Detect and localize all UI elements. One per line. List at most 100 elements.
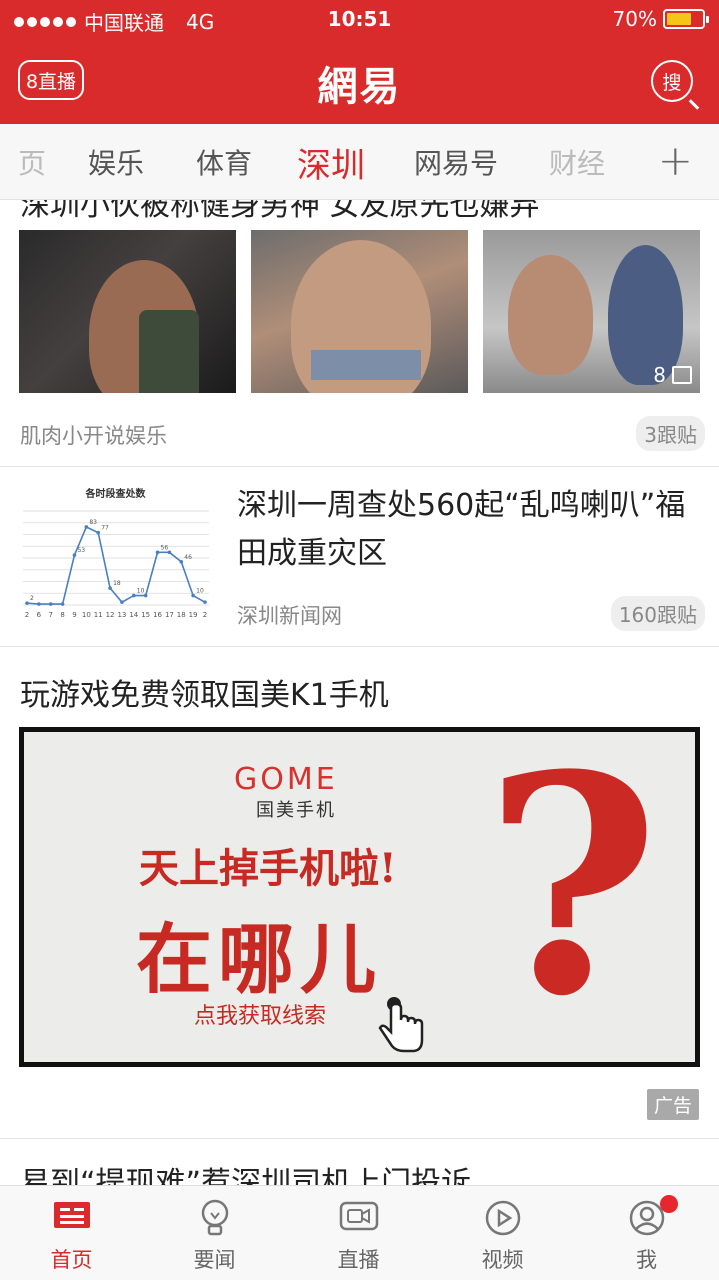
data-label: 77 [101, 525, 109, 532]
x-tick-label: 2 [203, 611, 207, 619]
partial-news-title[interactable]: 深圳小伙被称健身男神 女友原先也嫌弃 [20, 200, 540, 224]
bottom-navigation: 首页 要闻 直播 视频 我 [0, 1185, 719, 1280]
battery-icon [663, 9, 709, 29]
data-label: 46 [184, 554, 192, 561]
data-label: 18 [113, 580, 121, 587]
data-point [48, 602, 53, 606]
x-tick-label: 17 [165, 611, 174, 619]
x-tick-label: 2 [25, 611, 29, 619]
x-tick-label: 9 [72, 611, 76, 619]
add-channel-icon[interactable]: + [658, 136, 693, 185]
ad-brand-subtitle: 国美手机 [256, 800, 336, 821]
x-tick-label: 16 [153, 611, 162, 619]
bulb-icon [201, 1199, 228, 1236]
photo-thumbnail[interactable] [19, 230, 236, 393]
x-tick-label: 12 [106, 611, 115, 619]
nav-label: 要闻 [193, 1248, 236, 1272]
play-icon [485, 1200, 520, 1236]
data-label: 2 [30, 595, 34, 602]
data-point [96, 530, 100, 535]
data-point [191, 593, 195, 598]
data-point [25, 601, 29, 605]
tab-finance[interactable]: 财经 [549, 142, 605, 182]
x-tick-label: 7 [48, 611, 52, 619]
status-bar: 中国联通 4G 10:51 70% [0, 0, 719, 40]
data-point [60, 602, 65, 606]
tab-entertainment[interactable]: 娱乐 [88, 142, 144, 182]
news-source: 肌肉小开说娱乐 [20, 424, 167, 448]
reply-count-badge[interactable]: 3跟贴 [636, 416, 705, 451]
camera-icon [339, 1201, 378, 1231]
divider [0, 1138, 719, 1139]
ad-brand-logo: GOME [234, 762, 338, 797]
battery-percent: 70% [612, 7, 657, 31]
ad-headline: 天上掉手机啦! [139, 845, 397, 892]
data-point [120, 600, 124, 604]
x-tick-label: 18 [177, 611, 186, 619]
data-label: 56 [161, 544, 169, 551]
nav-video[interactable]: 视频 [431, 1186, 574, 1280]
tab-prev[interactable]: 页 [18, 142, 46, 182]
x-tick-label: 15 [141, 611, 150, 619]
nav-me[interactable]: 我 [575, 1186, 718, 1280]
divider [0, 466, 719, 467]
partial-news-title[interactable]: 易到“提现难”惹深圳司机上门投诉 [20, 1158, 471, 1185]
ad-banner[interactable]: GOME 国美手机 天上掉手机啦! 在哪儿 点我获取线索 ? [19, 709, 700, 1067]
news-title[interactable]: 深圳一周查处560起“乱鸣喇叭”福田成重灾区 [237, 482, 687, 578]
nav-top-news[interactable]: 要闻 [143, 1186, 286, 1280]
data-point [132, 593, 136, 598]
notification-dot [660, 1195, 678, 1213]
app-logo: 網易 [317, 63, 402, 110]
nav-label: 视频 [481, 1248, 524, 1272]
pointer-hand-icon [378, 997, 424, 1053]
battery-info: 70% [612, 7, 709, 31]
clock: 10:51 [327, 7, 392, 31]
data-point [179, 559, 184, 564]
series-line [26, 525, 206, 605]
data-point [84, 525, 89, 529]
photo-set-thumbnails[interactable]: 8 [19, 230, 700, 393]
search-button[interactable]: 搜 [651, 60, 693, 102]
data-point [72, 553, 77, 557]
image-count: 8 [653, 363, 692, 387]
nav-label: 我 [636, 1248, 657, 1272]
x-tick-label: 14 [129, 611, 138, 619]
x-tick-label: 11 [94, 611, 103, 619]
data-label: 83 [89, 519, 97, 526]
chart-title: 各时段查处数 [85, 487, 147, 500]
data-point [155, 550, 160, 555]
news-feed[interactable]: 深圳小伙被称健身男神 女友原先也嫌弃 8 肌肉小开说娱乐 3跟贴 各时段查处数 2… [0, 200, 719, 1185]
photo-thumbnail[interactable]: 8 [483, 230, 700, 393]
question-mark-graphic: ? [484, 709, 660, 1062]
data-label: 53 [77, 547, 85, 554]
nav-live[interactable]: 直播 [287, 1186, 430, 1280]
news-chart-thumbnail[interactable]: 各时段查处数 2 6 7 8 9 10 11 12 13 14 15 16 17 18 19 2 2 53 83 77 1… [19, 483, 212, 623]
tab-netease-account[interactable]: 网易号 [414, 142, 498, 182]
nav-home[interactable]: 首页 [0, 1186, 143, 1280]
x-tick-label: 6 [37, 611, 42, 619]
x-tick-label: 8 [60, 611, 64, 619]
reply-count-badge[interactable]: 160跟贴 [610, 596, 705, 631]
picture-icon [672, 366, 692, 384]
app-header: 8直播 網易 搜 [0, 40, 719, 124]
nav-label: 直播 [337, 1248, 380, 1272]
data-label: 10 [137, 588, 145, 595]
line-chart: 各时段查处数2 6 7 8 9 10 11 12 13 14 15 16 17 18 19 225383771… [23, 487, 209, 619]
photo-thumbnail[interactable] [251, 230, 468, 393]
data-label: 10 [196, 588, 204, 595]
ad-big-text: 在哪儿 [136, 915, 382, 1004]
divider [0, 646, 719, 647]
image-count-number: 8 [653, 363, 666, 387]
x-tick-label: 13 [117, 611, 126, 619]
ad-label-badge: 广告 [646, 1089, 699, 1120]
news-source: 深圳新闻网 [237, 604, 342, 628]
tab-shenzhen[interactable]: 深圳 [297, 138, 365, 187]
tab-sports[interactable]: 体育 [196, 142, 252, 182]
search-icon: 搜 [662, 71, 682, 94]
ad-title[interactable]: 玩游戏免费领取国美K1手机 [20, 670, 389, 714]
data-point [203, 600, 207, 604]
data-point [108, 586, 112, 590]
ad-cta-text[interactable]: 点我获取线索 [194, 998, 326, 1030]
home-news-icon [53, 1202, 90, 1228]
data-point [37, 602, 41, 606]
